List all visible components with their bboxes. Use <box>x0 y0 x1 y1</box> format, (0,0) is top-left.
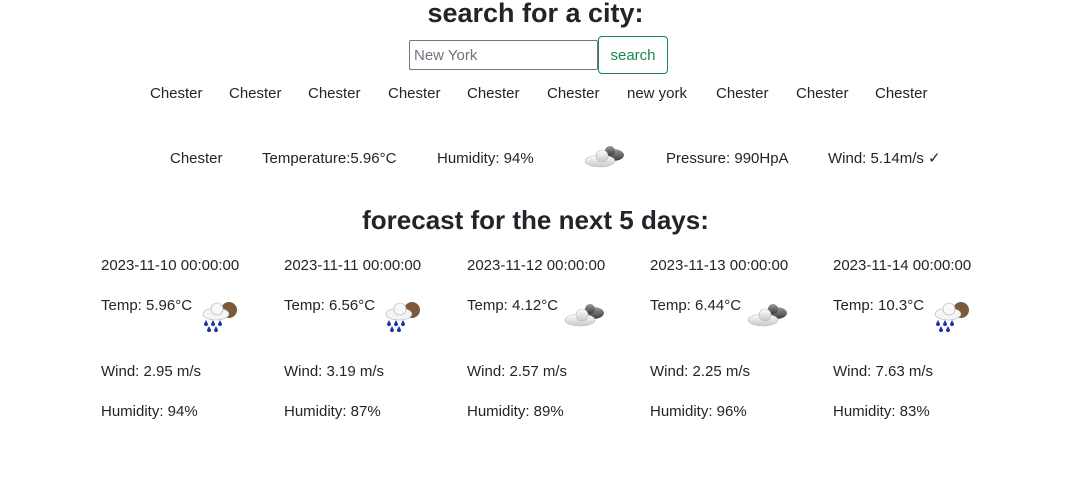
cloud-icon <box>584 146 624 168</box>
cloud-icon <box>747 304 787 327</box>
history-item[interactable]: Chester <box>796 84 849 104</box>
current-humidity: Humidity: 94% <box>437 150 534 167</box>
forecast-temp: Temp: 6.56°C <box>284 297 376 314</box>
weather-page: search for a city: search Chester Cheste… <box>0 0 1071 488</box>
current-pressure: Pressure: 990HpA <box>666 150 789 167</box>
history-item[interactable]: Chester <box>875 84 928 104</box>
search-title: search for a city: <box>427 0 644 28</box>
current-wind: Wind: 5.14m/s ✓ <box>828 150 941 167</box>
forecast-date: 2023-11-12 00:00:00 <box>467 257 606 274</box>
forecast-humidity: Humidity: 87% <box>284 403 381 420</box>
history-item[interactable]: new york <box>627 84 687 104</box>
forecast-wind: Wind: 2.25 m/s <box>650 363 751 380</box>
rain-sun-icon <box>934 302 969 332</box>
forecast-card: 2023-11-14 00:00:00 Temp: 10.3°C Wind: 7… <box>833 256 1013 426</box>
forecast-date: 2023-11-10 00:00:00 <box>101 257 240 274</box>
cloud-icon <box>564 304 604 327</box>
forecast-wind: Wind: 2.57 m/s <box>467 363 568 380</box>
forecast-card: 2023-11-11 00:00:00 Temp: 6.56°C Wind: 3… <box>284 256 464 426</box>
forecast-temp: Temp: 10.3°C <box>833 297 925 314</box>
forecast-card: 2023-11-13 00:00:00 Temp: 6.44°C Wind: 2… <box>650 256 830 426</box>
history-item[interactable]: Chester <box>547 84 600 104</box>
history-item[interactable]: Chester <box>150 84 203 104</box>
forecast-humidity: Humidity: 94% <box>101 403 198 420</box>
forecast-wind: Wind: 7.63 m/s <box>833 363 934 380</box>
forecast-wind: Wind: 2.95 m/s <box>101 363 202 380</box>
forecast-wind: Wind: 3.19 m/s <box>284 363 385 380</box>
history-item[interactable]: Chester <box>467 84 520 104</box>
search-button[interactable]: search <box>598 36 668 74</box>
history-item[interactable]: Chester <box>308 84 361 104</box>
city-search-input[interactable] <box>409 40 598 70</box>
current-temperature: Temperature:5.96°C <box>262 150 397 167</box>
forecast-temp: Temp: 4.12°C <box>467 297 559 314</box>
rain-sun-icon <box>202 302 237 332</box>
history-item[interactable]: Chester <box>388 84 441 104</box>
forecast-card: 2023-11-12 00:00:00 Temp: 4.12°C Wind: 2… <box>467 256 647 426</box>
current-city: Chester <box>170 150 223 167</box>
history-item[interactable]: Chester <box>716 84 769 104</box>
search-form: search <box>409 36 668 74</box>
forecast-card: 2023-11-10 00:00:00 Temp: 5.96°C Wind: 2… <box>101 256 281 426</box>
forecast-temp: Temp: 5.96°C <box>101 297 193 314</box>
forecast-humidity: Humidity: 83% <box>833 403 930 420</box>
forecast-date: 2023-11-11 00:00:00 <box>284 257 422 274</box>
forecast-date: 2023-11-14 00:00:00 <box>833 257 972 274</box>
forecast-temp: Temp: 6.44°C <box>650 297 742 314</box>
rain-sun-icon <box>385 302 420 332</box>
history-item[interactable]: Chester <box>229 84 282 104</box>
forecast-humidity: Humidity: 89% <box>467 403 564 420</box>
forecast-humidity: Humidity: 96% <box>650 403 747 420</box>
forecast-title: forecast for the next 5 days: <box>362 205 709 235</box>
current-weather: Chester Temperature:5.96°C Humidity: 94%… <box>0 146 1071 170</box>
forecast-date: 2023-11-13 00:00:00 <box>650 257 789 274</box>
